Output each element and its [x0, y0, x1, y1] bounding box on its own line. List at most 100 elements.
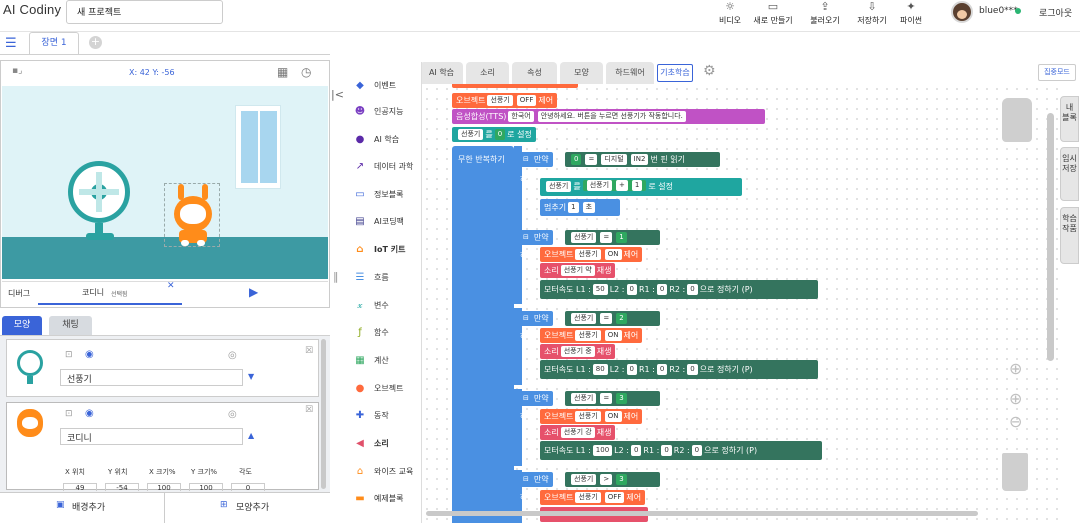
rotate-icon[interactable]: ◎	[228, 409, 237, 420]
object-off-block-5[interactable]: 오브젝트 선풍기 OFF 제어	[540, 490, 646, 505]
tab-chat[interactable]: 채팅	[49, 316, 92, 335]
tab-ai-learning[interactable]: AI 학습	[420, 62, 463, 84]
motor-speed-block[interactable]: 모터속도 L1 :50 L2 :0 R1 :0 R2 :0 으로 정하기 (P)	[540, 280, 818, 299]
condition-block-2[interactable]: 선풍기 = 1	[565, 230, 660, 245]
category-info[interactable]: ▭ 정보블록	[352, 189, 403, 209]
clipped-block[interactable]	[452, 84, 578, 88]
avatar[interactable]	[951, 1, 973, 23]
splitter-handle[interactable]: ‖	[333, 270, 339, 283]
username[interactable]: blue0***	[979, 6, 1018, 16]
delete-object-icon[interactable]: ☒	[305, 346, 313, 356]
forever-loop-block[interactable]	[452, 146, 514, 523]
scrollbar[interactable]	[321, 339, 326, 489]
new-project-button[interactable]: ▭ 새로 만들기	[751, 0, 795, 28]
eye-icon[interactable]: ◉	[85, 349, 94, 360]
category-codingpack[interactable]: ▤ AI코딩팩	[352, 216, 404, 236]
lock-icon[interactable]: ⊡	[65, 409, 73, 419]
vertical-scrollbar[interactable]	[1047, 113, 1054, 361]
python-button[interactable]: ✦ 파이썬	[897, 0, 925, 28]
category-sound[interactable]: ◀ 소리	[352, 438, 389, 458]
motor-speed-block-4[interactable]: 모터속도 L1 :100 L2 :0 R1 :0 R2 :0 으로 정하기 (P)	[540, 441, 822, 460]
category-ai-learning[interactable]: ● AI 학습	[352, 134, 399, 154]
y-position-input[interactable]: -54	[105, 483, 139, 491]
collapse-icon[interactable]: |<	[331, 88, 344, 101]
chevron-up-icon[interactable]: ▲	[248, 431, 254, 440]
play-icon[interactable]: ▶	[249, 285, 258, 299]
focus-mode-button[interactable]: 집중모드	[1038, 64, 1076, 81]
speed-icon[interactable]: ◷	[301, 65, 311, 79]
if-block-2[interactable]: ⊟ 만약	[514, 230, 553, 245]
object-name-input[interactable]: 코디니	[60, 428, 243, 445]
category-flow[interactable]: ☰ 흐름	[352, 272, 389, 292]
object-on-block-4[interactable]: 오브젝트 선풍기 ON 제어	[540, 409, 643, 424]
set-variable-block[interactable]: 선풍기 를 0 로 설정	[452, 127, 536, 142]
tab-shape-block[interactable]: 모양	[560, 62, 603, 84]
category-wise[interactable]: ⌂ 와이즈 교육	[352, 466, 414, 486]
trash-icon[interactable]	[1002, 453, 1028, 491]
if-block-5[interactable]: ⊟ 만약	[514, 472, 553, 487]
codiny-sprite[interactable]	[164, 183, 220, 247]
stage-size-icon[interactable]: ▪⌟	[12, 66, 22, 76]
condition-block[interactable]: 0 = 디지털 IN2 번 핀 읽기	[565, 152, 720, 167]
close-icon[interactable]: ✕	[167, 281, 175, 291]
tab-debug[interactable]: 디버그	[8, 288, 30, 299]
fan-sprite[interactable]	[68, 161, 130, 223]
object-card-fan[interactable]: ⊡ ◉ ◎ ☒ 선풍기 ▼	[6, 339, 319, 397]
sound-play-block[interactable]: 소리 선풍기 약 재생	[540, 263, 616, 278]
project-name-input[interactable]: 새 프로젝트	[66, 0, 223, 24]
category-ai[interactable]: ☻ 인공지능	[352, 106, 404, 126]
add-background-button[interactable]: 배경추가	[72, 500, 105, 513]
category-function[interactable]: ƒ 함수	[352, 327, 389, 347]
zoom-in-icon[interactable]: ⊕	[1009, 389, 1022, 408]
backpack-icon[interactable]	[1002, 98, 1032, 142]
video-button[interactable]: ☼ 비디오	[716, 0, 744, 28]
eye-icon[interactable]: ◉	[85, 408, 94, 419]
tab-learning-works[interactable]: 학습작품	[1060, 207, 1079, 264]
tab-sound[interactable]: 소리	[466, 62, 509, 84]
category-example[interactable]: ▬ 예제블록	[352, 493, 403, 513]
object-name-input[interactable]: 선풍기	[60, 369, 243, 386]
code-workspace[interactable]: 오브젝트 선풍기 OFF 제어 음성합성(TTS) 한국어 안녕하세요. 버튼을 누르면 …	[422, 84, 1058, 523]
category-data-science[interactable]: ↗ 데이터 과학	[352, 161, 414, 181]
tab-my-blocks[interactable]: 내 블록	[1060, 96, 1079, 142]
object-on-block[interactable]: 오브젝트 선풍기 ON 제어	[540, 247, 643, 262]
if-block-3[interactable]: ⊟ 만약	[514, 311, 553, 326]
tab-temp-save[interactable]: 임시저장	[1060, 147, 1079, 201]
basic-learning-button[interactable]: 기초학습	[657, 64, 693, 82]
category-object[interactable]: ● 오브젝트	[352, 383, 404, 403]
set-variable-block-2[interactable]: 선풍기 를 선풍기 +1 로 설정	[540, 178, 742, 196]
tts-block[interactable]: 음성합성(TTS) 한국어 안녕하세요. 버튼을 누르면 선풍기가 작동합니다.	[452, 109, 765, 124]
tab-property[interactable]: 속성	[512, 62, 557, 84]
category-move[interactable]: ✚ 동작	[352, 410, 389, 430]
tab-hardware[interactable]: 하드웨어	[606, 62, 654, 84]
tab-object-selected[interactable]	[38, 281, 182, 305]
category-iot[interactable]: ⌂ IoT 키트	[352, 244, 405, 264]
object-card-codiny[interactable]: ⊡ ◉ ◎ ☒ 코디니 ▲ X 위치 Y 위치 X 크기% Y 크기% 각도 4…	[6, 402, 319, 491]
zoom-out-icon[interactable]: ⊖	[1009, 412, 1022, 431]
y-size-input[interactable]: 100	[189, 483, 223, 491]
object-control-block[interactable]: 오브젝트 선풍기 OFF 제어	[452, 93, 558, 108]
if-block-1[interactable]: ⊟ 만약	[514, 152, 553, 167]
grid-icon[interactable]: ▦	[277, 65, 288, 79]
tab-scene-1[interactable]: 장면 1	[29, 32, 79, 54]
load-button[interactable]: ⇪ 불러오기	[808, 0, 842, 28]
gear-icon[interactable]: ⚙	[703, 63, 716, 79]
rotate-icon[interactable]: ◎	[228, 350, 237, 361]
motor-speed-block-3[interactable]: 모터속도 L1 :80 L2 :0 R1 :0 R2 :0 으로 정하기 (P)	[540, 360, 818, 379]
add-scene-icon[interactable]: +	[89, 36, 102, 49]
center-icon[interactable]: ⊕	[1009, 359, 1022, 378]
category-calc[interactable]: ▦ 계산	[352, 355, 388, 375]
save-button[interactable]: ⇩ 저장하기	[855, 0, 889, 28]
object-on-block-3[interactable]: 오브젝트 선풍기 ON 제어	[540, 328, 643, 343]
angle-input[interactable]: 0	[231, 483, 265, 491]
if-block-4[interactable]: ⊟ 만약	[514, 391, 553, 406]
sound-play-block-4[interactable]: 소리 선풍기 강 재생	[540, 425, 616, 440]
stage-canvas[interactable]	[2, 86, 328, 279]
delete-object-icon[interactable]: ☒	[305, 405, 313, 415]
tab-shape[interactable]: 모양	[2, 316, 42, 335]
condition-block-4[interactable]: 선풍기 = 3	[565, 391, 660, 406]
sound-play-block-3[interactable]: 소리 선풍기 중 재생	[540, 344, 616, 359]
logout-button[interactable]: 로그아웃	[1039, 6, 1072, 19]
lock-icon[interactable]: ⊡	[65, 350, 73, 360]
list-menu-icon[interactable]: ☰	[5, 36, 17, 51]
